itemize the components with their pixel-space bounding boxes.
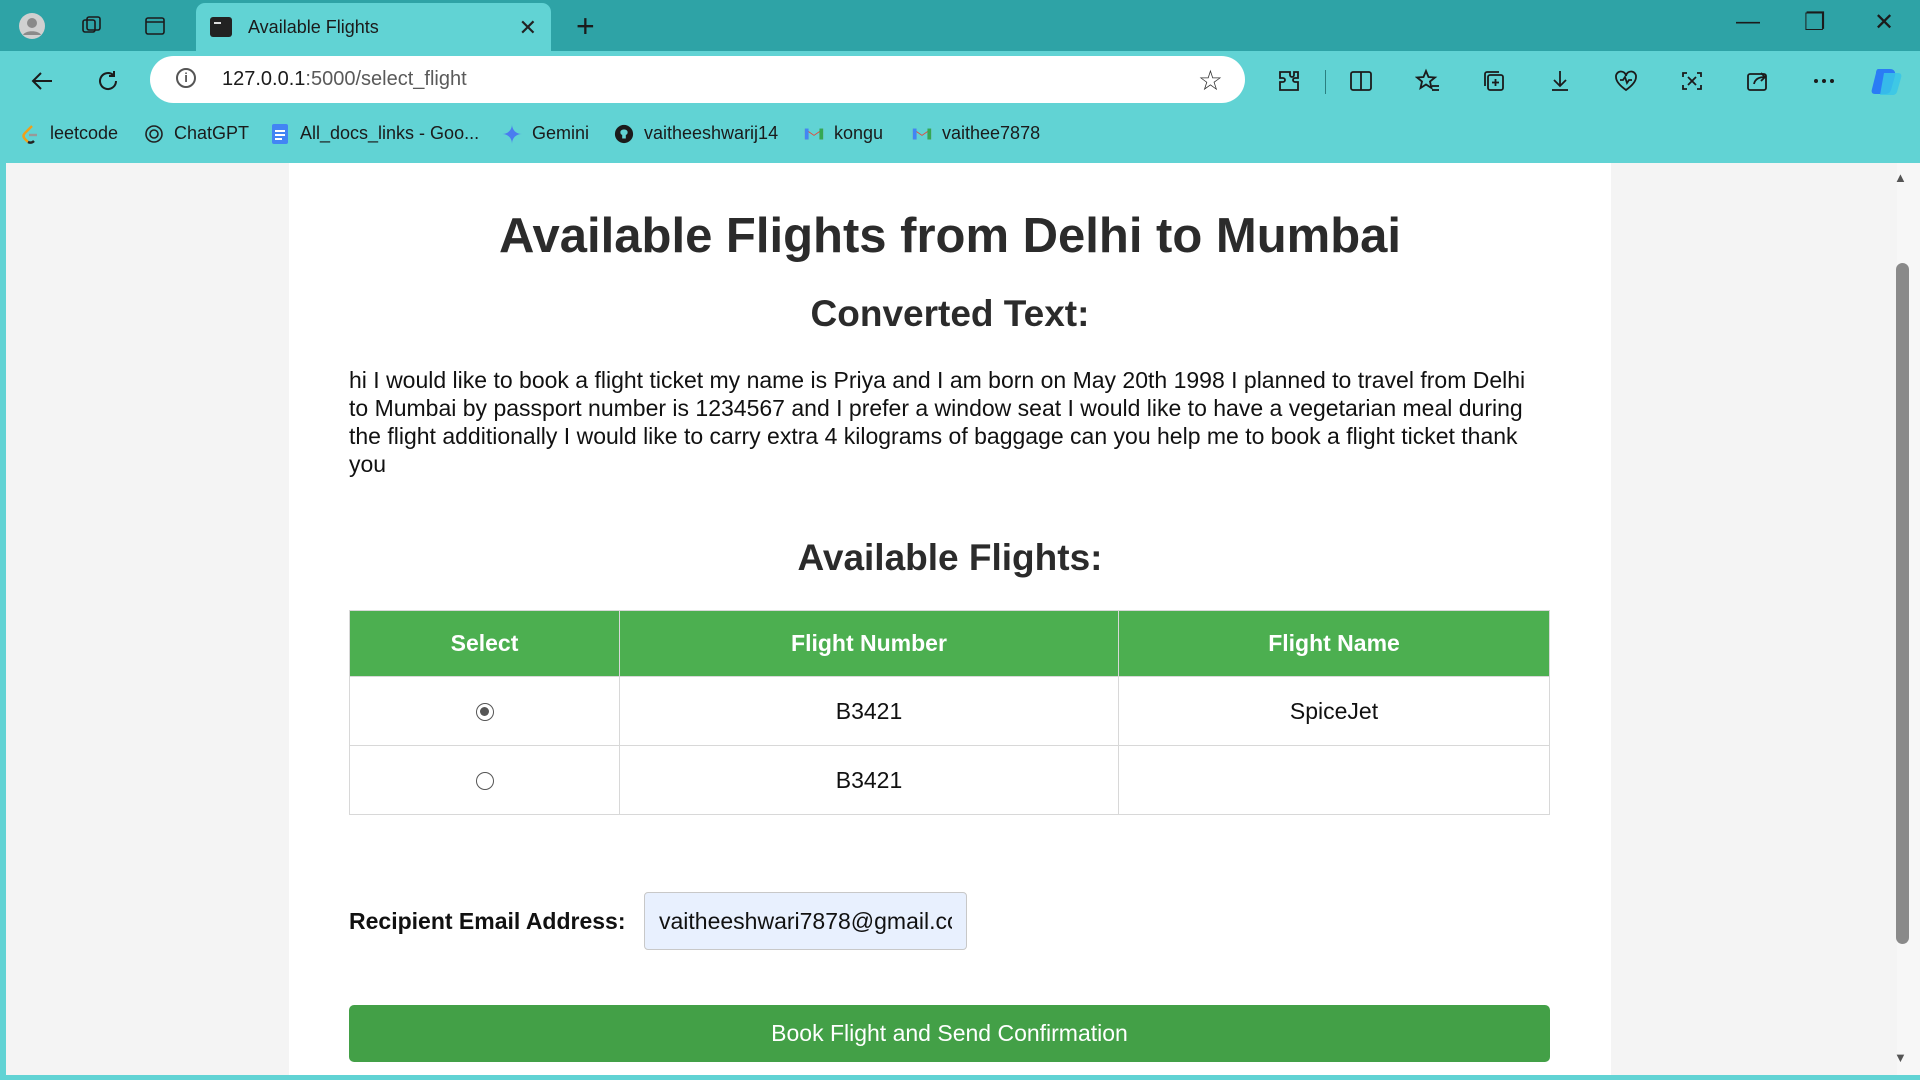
new-tab-button[interactable]: + <box>576 8 595 45</box>
bookmark-label: All_docs_links - Goo... <box>300 123 480 143</box>
flight-radio-button[interactable] <box>475 772 494 791</box>
close-window-button[interactable]: ✕ <box>1874 8 1894 37</box>
bookmark-label: leetcode <box>50 123 119 143</box>
minimize-button[interactable]: — <box>1736 8 1760 36</box>
email-input[interactable] <box>644 892 967 950</box>
tab-title: Available Flights <box>248 16 379 37</box>
flights-table: Select Flight Number Flight Name B3421 S… <box>349 610 1550 815</box>
browser-essentials-icon[interactable] <box>1612 67 1640 95</box>
bookmark-label: ChatGPT <box>174 123 250 143</box>
browser-toolbar: i 127.0.0.1:5000/select_flight ☆ <box>0 51 1920 111</box>
vertical-tabs-icon[interactable] <box>141 12 169 40</box>
bookmark-label: Gemini <box>532 123 590 143</box>
more-menu-icon[interactable] <box>1810 67 1838 95</box>
favorites-icon[interactable] <box>1414 67 1442 95</box>
flight-name-cell: SpiceJet <box>1118 676 1550 746</box>
bookmark-label: kongu <box>834 123 884 143</box>
profile-avatar-icon[interactable] <box>18 12 46 40</box>
bookmark-all-docs-links[interactable]: All_docs_links - Goo... <box>270 123 479 144</box>
site-info-icon[interactable]: i <box>176 68 196 88</box>
scroll-down-arrow-icon[interactable]: ▼ <box>1894 1050 1907 1065</box>
gmail-icon <box>804 124 824 144</box>
gemini-icon <box>502 123 522 144</box>
bookmark-vaitheeshwarij14[interactable]: vaitheeshwarij14 <box>614 123 778 144</box>
email-label: Recipient Email Address: <box>349 908 626 934</box>
chatgpt-icon <box>144 124 164 144</box>
docs-icon <box>270 123 290 144</box>
copilot-icon[interactable] <box>1870 63 1906 99</box>
leetcode-icon <box>20 124 40 144</box>
table-row: B3421 SpiceJet <box>349 676 1550 746</box>
tab-available-flights[interactable]: Available Flights ✕ <box>196 3 551 51</box>
github-icon <box>614 124 634 144</box>
page-viewport: Available Flights from Delhi to Mumbai C… <box>6 163 1897 1075</box>
page-title: Available Flights from Delhi to Mumbai <box>498 209 1402 263</box>
converted-text-paragraph: hi I would like to book a flight ticket … <box>349 367 1526 477</box>
scroll-up-arrow-icon[interactable]: ▲ <box>1894 170 1907 185</box>
flight-number-cell: B3421 <box>619 676 1119 746</box>
tab-close-icon[interactable]: ✕ <box>519 15 537 41</box>
bookmark-chatgpt[interactable]: ChatGPT <box>144 123 249 144</box>
downloads-icon[interactable] <box>1546 67 1574 95</box>
select-cell <box>349 676 620 746</box>
favorite-star-icon[interactable]: ☆ <box>1198 64 1223 97</box>
collections-icon[interactable] <box>1480 67 1508 95</box>
extensions-icon[interactable] <box>1275 67 1303 95</box>
refresh-icon[interactable] <box>92 65 124 97</box>
split-screen-icon[interactable] <box>1347 67 1375 95</box>
workspaces-icon[interactable] <box>78 12 106 40</box>
bookmark-label: vaithee7878 <box>942 123 1041 143</box>
url-text[interactable]: 127.0.0.1:5000/select_flight <box>222 68 467 91</box>
bookmark-leetcode[interactable]: leetcode <box>20 123 118 144</box>
converted-text-heading: Converted Text: <box>810 293 1090 334</box>
flight-name-cell <box>1118 745 1550 815</box>
bookmark-vaithee7878[interactable]: vaithee7878 <box>912 123 1040 144</box>
content-container: Available Flights from Delhi to Mumbai C… <box>289 163 1611 1075</box>
restore-button[interactable]: ❐ <box>1804 8 1826 37</box>
scrollbar-thumb[interactable] <box>1896 263 1909 944</box>
bookmark-label: vaitheeshwarij14 <box>644 123 779 143</box>
column-header-flight-number: Flight Number <box>619 610 1119 677</box>
table-row: B3421 <box>349 745 1550 815</box>
select-cell <box>349 745 620 815</box>
flight-radio-button-selected[interactable] <box>475 703 494 722</box>
terminal-favicon-icon <box>210 17 232 37</box>
toolbar-divider <box>1325 70 1326 94</box>
column-header-select: Select <box>349 610 620 677</box>
share-icon[interactable] <box>1744 67 1772 95</box>
book-flight-button[interactable]: Book Flight and Send Confirmation <box>349 1005 1550 1062</box>
address-bar[interactable]: i 127.0.0.1:5000/select_flight ☆ <box>150 56 1245 103</box>
bookmarks-bar: leetcode ChatGPT All_docs_links - Goo...… <box>0 111 1920 158</box>
flight-number-cell: B3421 <box>619 745 1119 815</box>
column-header-flight-name: Flight Name <box>1118 610 1550 677</box>
bookmark-gemini[interactable]: Gemini <box>502 123 589 144</box>
url-host: 127.0.0.1 <box>222 68 306 90</box>
screenshot-icon[interactable] <box>1678 67 1706 95</box>
back-arrow-icon[interactable] <box>26 65 58 97</box>
bookmark-kongu[interactable]: kongu <box>804 123 883 144</box>
available-flights-heading: Available Flights: <box>797 537 1103 578</box>
table-header-row: Select Flight Number Flight Name <box>349 610 1550 677</box>
url-path: :5000/select_flight <box>305 68 467 90</box>
gmail-icon <box>912 124 932 144</box>
browser-tab-bar: Available Flights ✕ + — ❐ ✕ <box>0 0 1920 51</box>
